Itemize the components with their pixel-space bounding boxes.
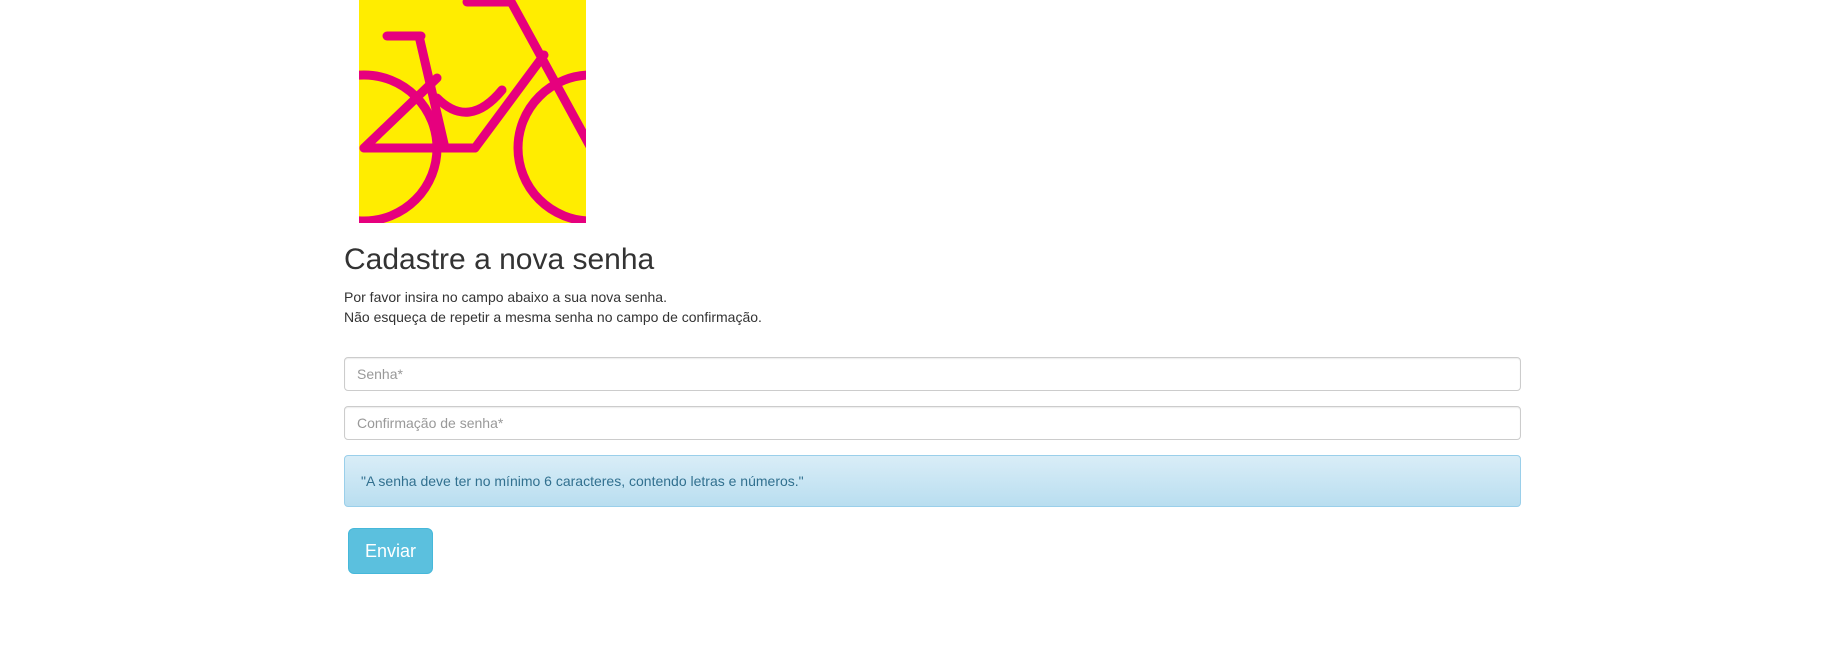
page-description: Por favor insira no campo abaixo a sua n…: [344, 287, 762, 327]
password-confirmation-input[interactable]: [344, 406, 1521, 440]
description-line-2: Não esqueça de repetir a mesma senha no …: [344, 309, 762, 325]
bicycle-icon: [359, 0, 586, 223]
password-requirements-alert: "A senha deve ter no mínimo 6 caracteres…: [344, 455, 1521, 507]
password-requirements-text: "A senha deve ter no mínimo 6 caracteres…: [361, 473, 804, 489]
password-input[interactable]: [344, 357, 1521, 391]
description-line-1: Por favor insira no campo abaixo a sua n…: [344, 289, 667, 305]
submit-button[interactable]: Enviar: [348, 528, 433, 574]
logo: [359, 0, 586, 223]
page-title: Cadastre a nova senha: [344, 243, 655, 276]
